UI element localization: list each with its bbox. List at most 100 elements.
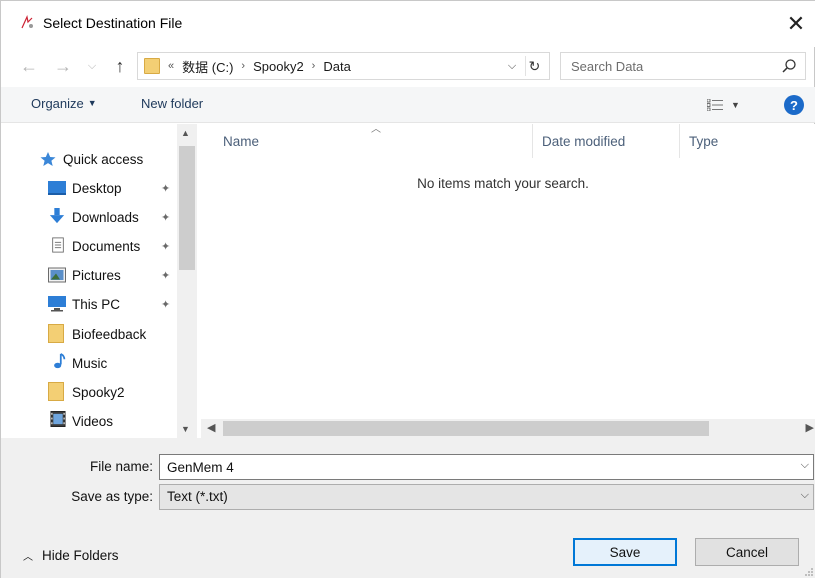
video-icon (50, 411, 66, 427)
scroll-down-icon[interactable]: ▼ (181, 424, 190, 434)
sidebar-item-documents[interactable]: Documents ✦ (1, 232, 177, 260)
file-list: ︿ Name Date modified Type No items match… (201, 124, 815, 438)
column-header-name[interactable]: Name (223, 124, 259, 158)
breadcrumb-data[interactable]: Data (323, 59, 350, 74)
search-input[interactable] (571, 56, 771, 76)
empty-state-message: No items match your search. (417, 176, 589, 191)
organize-button[interactable]: Organize ▼ (31, 96, 97, 111)
scroll-right-icon[interactable]: ▶ (806, 421, 814, 434)
column-divider[interactable] (532, 124, 533, 158)
column-header-type[interactable]: Type (689, 124, 718, 158)
sidebar-item-label: Spooky2 (72, 384, 125, 400)
arrow-right-icon: → (54, 55, 72, 76)
column-headers: ︿ Name Date modified Type (201, 124, 815, 158)
help-button[interactable]: ? (784, 95, 804, 115)
save-file-dialog: Select Destination File ✕ ← → ⌵ ↑ « 数据 (… (0, 0, 815, 578)
chevron-down-icon: ⌵ (87, 59, 97, 72)
app-icon (21, 15, 33, 29)
download-icon (49, 208, 65, 224)
command-bar: Organize ▼ New folder ▼ ? (1, 87, 815, 123)
pin-icon: ✦ (161, 299, 171, 311)
pin-icon: ✦ (161, 270, 171, 282)
sidebar-item-spooky2[interactable]: Spooky2 (1, 378, 177, 406)
back-button[interactable]: ← (19, 55, 39, 77)
resize-grip-icon[interactable] (804, 567, 814, 577)
sidebar-item-label: Pictures (72, 267, 121, 283)
hide-folders-label: Hide Folders (42, 548, 119, 563)
chevron-up-icon: ︿ (23, 552, 33, 563)
arrow-up-icon: ↑ (115, 55, 125, 76)
sidebar-item-music[interactable]: Music (1, 349, 177, 377)
sidebar-item-downloads[interactable]: Downloads ✦ (1, 203, 177, 231)
column-header-date-modified[interactable]: Date modified (542, 124, 625, 158)
folder-icon (144, 58, 160, 74)
pin-icon: ✦ (161, 183, 171, 195)
pictures-icon (48, 267, 66, 283)
navigation-scrollbar[interactable]: ▲ ▼ (177, 124, 197, 438)
breadcrumb-spooky2[interactable]: Spooky2 (253, 59, 304, 74)
forward-button[interactable]: → (53, 55, 73, 77)
sidebar-item-this-pc[interactable]: This PC ✦ (1, 290, 177, 318)
sidebar-item-label: Biofeedback (72, 326, 147, 342)
folder-icon (48, 382, 64, 401)
sidebar-item-quick-access[interactable]: Quick access (1, 145, 177, 173)
navigation-pane: Quick access Desktop ✦ Downloads ✦ Docum… (1, 124, 197, 438)
scrollbar-thumb[interactable] (179, 146, 195, 270)
breadcrumb-drive[interactable]: 数据 (C:) (182, 57, 233, 76)
scrollbar-thumb[interactable] (223, 421, 709, 436)
cancel-button[interactable]: Cancel (695, 538, 799, 566)
column-divider[interactable] (679, 124, 680, 158)
sidebar-item-label: Videos (72, 413, 114, 429)
hide-folders-button[interactable]: ︿ Hide Folders (23, 548, 119, 563)
search-icon[interactable] (781, 58, 797, 74)
scroll-up-icon[interactable]: ▲ (181, 128, 190, 138)
document-icon (52, 237, 64, 253)
up-button[interactable]: ↑ (109, 55, 131, 77)
change-view-button[interactable]: ▼ (707, 96, 751, 114)
sidebar-item-label: Music (72, 355, 108, 371)
pin-icon: ✦ (161, 212, 171, 224)
refresh-button[interactable]: ↻ (525, 56, 543, 76)
chevron-down-icon[interactable]: ⌵ (801, 459, 809, 472)
sidebar-item-biofeedback[interactable]: Biofeedback (1, 320, 177, 348)
address-dropdown-button[interactable]: ⌵ (505, 56, 519, 76)
refresh-icon: ↻ (528, 57, 541, 74)
horizontal-scrollbar[interactable]: ◀ ▶ (201, 419, 815, 438)
caret-down-icon: ▼ (87, 98, 97, 108)
star-icon (40, 152, 56, 166)
arrow-left-icon: ← (20, 55, 38, 76)
folder-icon (48, 324, 64, 343)
breadcrumb-overflow[interactable]: « (168, 60, 174, 72)
pin-icon: ✦ (161, 241, 171, 253)
file-name-label: File name: (89, 459, 153, 474)
sidebar-item-label: Documents (72, 238, 141, 254)
scroll-left-icon[interactable]: ◀ (207, 421, 215, 434)
window-title: Select Destination File (43, 15, 183, 31)
save-as-type-select[interactable]: Text (*.txt) ⌵ (159, 484, 814, 510)
breadcrumb: « 数据 (C:) › Spooky2 › Data (168, 53, 359, 79)
address-bar[interactable]: « 数据 (C:) › Spooky2 › Data ⌵ ↻ (137, 52, 550, 80)
sidebar-item-desktop[interactable]: Desktop ✦ (1, 174, 177, 202)
sidebar-item-label: This PC (72, 296, 121, 312)
save-as-type-value: Text (*.txt) (167, 489, 228, 504)
sidebar-item-videos[interactable]: Videos (1, 407, 177, 435)
chevron-down-icon: ⌵ (800, 489, 809, 501)
sidebar-item-label: Quick access (63, 151, 144, 167)
breadcrumb-separator[interactable]: › (241, 60, 245, 72)
sidebar-item-label: Desktop (72, 180, 122, 196)
title-bar: Select Destination File ✕ (1, 1, 815, 47)
music-icon (54, 353, 66, 369)
desktop-icon (48, 181, 66, 195)
sidebar-item-pictures[interactable]: Pictures ✦ (1, 261, 177, 289)
help-icon: ? (790, 97, 798, 113)
recent-locations-button[interactable]: ⌵ (85, 55, 99, 77)
caret-down-icon: ▼ (731, 100, 740, 110)
breadcrumb-separator[interactable]: › (312, 60, 316, 72)
navigation-tree: Quick access Desktop ✦ Downloads ✦ Docum… (1, 124, 177, 438)
search-box (560, 52, 806, 80)
details-view-icon (707, 99, 723, 111)
new-folder-button[interactable]: New folder (141, 96, 203, 111)
close-button[interactable]: ✕ (776, 7, 815, 41)
file-name-input[interactable] (167, 458, 767, 476)
save-button[interactable]: Save (573, 538, 677, 566)
